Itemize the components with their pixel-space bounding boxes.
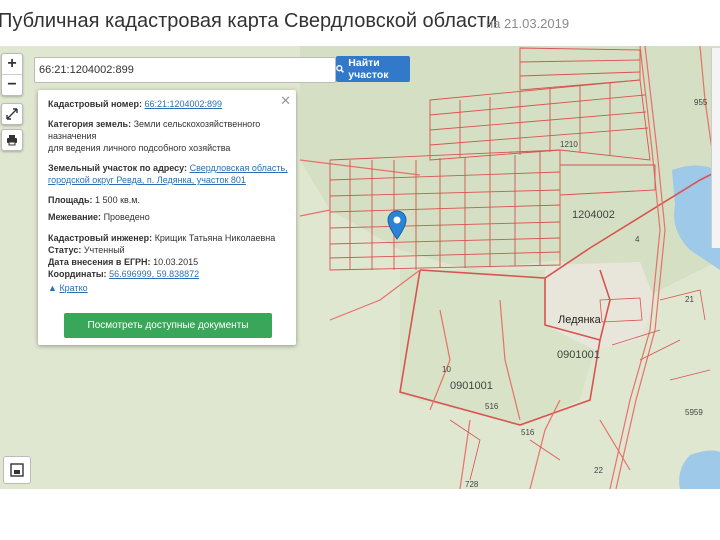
- land-category-row: Категория земель: Земли сельскохозяйстве…: [48, 118, 292, 142]
- plot-label-955: 955: [694, 98, 708, 107]
- plot-label-10: 10: [442, 365, 451, 374]
- title-date: на 21.03.2019: [486, 16, 570, 31]
- engineer-row: Кадастровый инженер: Крищик Татьяна Нико…: [48, 232, 292, 244]
- plot-label-21: 21: [685, 295, 694, 304]
- zoom-out-button[interactable]: −: [2, 74, 22, 95]
- land-category-label: Категория земель:: [48, 119, 132, 129]
- fullscreen-button[interactable]: [1, 103, 23, 125]
- plot-label-516-b: 516: [521, 428, 535, 437]
- survey-value: Проведено: [103, 212, 150, 222]
- collapse-toggle[interactable]: ▲ Кратко: [48, 282, 292, 294]
- coordinates-label: Координаты:: [48, 269, 107, 279]
- plot-label-4: 4: [635, 235, 640, 244]
- layers-button[interactable]: [3, 456, 31, 484]
- address-row: Земельный участок по адресу: Свердловска…: [48, 162, 292, 186]
- status-value: Учтенный: [83, 245, 125, 255]
- page-title: Публичная кадастровая карта Свердловской…: [0, 10, 498, 32]
- survey-label: Межевание:: [48, 212, 102, 222]
- block-label-0901001-west: 0901001: [450, 380, 493, 392]
- plot-label-516: 516: [485, 402, 499, 411]
- land-usage-text: для ведения личного подсобного хозяйства: [48, 143, 231, 153]
- status-label: Статус:: [48, 245, 82, 255]
- village-label: Ледянка: [558, 314, 601, 326]
- status-row: Статус: Учтенный: [48, 244, 292, 256]
- cadastral-search-input[interactable]: [34, 57, 336, 83]
- collapse-toggle-label[interactable]: Кратко: [59, 283, 87, 293]
- plot-label-5959: 5959: [685, 408, 703, 417]
- find-parcel-label: Найти участок: [348, 57, 389, 81]
- find-parcel-button[interactable]: Найти участок: [336, 56, 410, 82]
- view-documents-button[interactable]: Посмотреть доступные документы: [64, 313, 272, 338]
- map-corner-icon: [10, 463, 24, 477]
- title-bar: Публичная кадастровая карта Свердловской…: [0, 0, 720, 46]
- area-label: Площадь:: [48, 195, 93, 205]
- area-row: Площадь: 1 500 кв.м.: [48, 194, 292, 206]
- engineer-label: Кадастровый инженер:: [48, 233, 153, 243]
- address-label: Земельный участок по адресу:: [48, 163, 188, 173]
- survey-row: Межевание: Проведено: [48, 211, 292, 223]
- cadastral-number-label: Кадастровый номер:: [48, 99, 142, 109]
- plot-label-22: 22: [594, 466, 603, 475]
- zoom-control: + −: [1, 53, 23, 96]
- egrn-date-row: Дата внесения в ЕГРН: 10.03.2015: [48, 256, 292, 268]
- engineer-value: Крищик Татьяна Николаевна: [154, 233, 276, 243]
- expand-icon: [6, 108, 18, 120]
- area-value: 1 500 кв.м.: [95, 195, 140, 205]
- caret-up-icon: ▲: [48, 283, 57, 293]
- coordinates-row: Координаты: 56.696999, 59.838872: [48, 268, 292, 280]
- location-pin-icon[interactable]: [387, 210, 407, 240]
- plot-label-728: 728: [465, 480, 479, 489]
- block-label-0901001-east: 0901001: [557, 349, 600, 361]
- printer-icon: [7, 135, 17, 146]
- print-button[interactable]: [1, 129, 23, 151]
- map-scrollbar[interactable]: [711, 48, 720, 248]
- plot-label-1210: 1210: [560, 140, 578, 149]
- block-label-1204002: 1204002: [572, 209, 615, 221]
- cadastral-number-link[interactable]: 66:21:1204002:899: [144, 99, 222, 109]
- coordinates-link[interactable]: 56.696999, 59.838872: [109, 269, 199, 279]
- parcel-info-card: ✕ Кадастровый номер: 66:21:1204002:899 К…: [38, 90, 296, 345]
- cadastral-number-row: Кадастровый номер: 66:21:1204002:899: [48, 98, 292, 110]
- zoom-in-button[interactable]: +: [2, 54, 22, 74]
- search-icon: [336, 65, 344, 73]
- egrn-date-value: 10.03.2015: [153, 257, 199, 267]
- egrn-date-label: Дата внесения в ЕГРН:: [48, 257, 151, 267]
